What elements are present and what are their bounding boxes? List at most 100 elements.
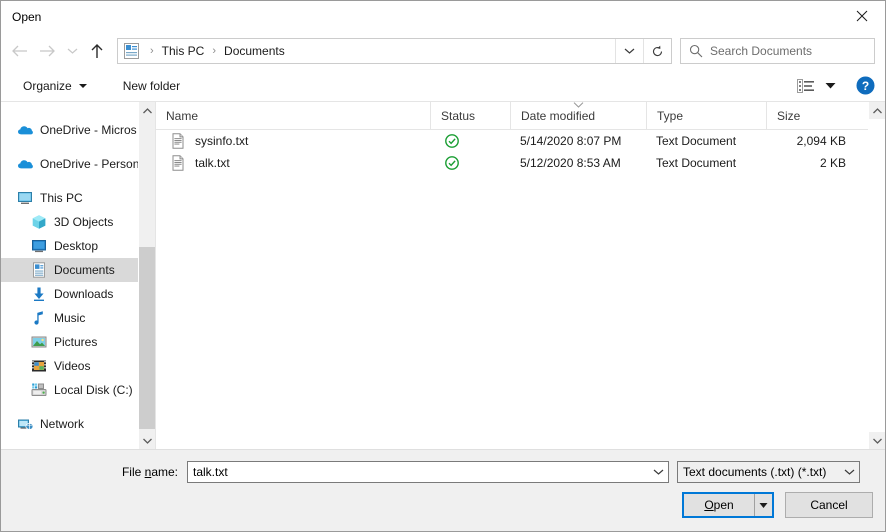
close-button[interactable] [839,1,885,31]
cloud-available-check-icon [444,133,460,149]
file-type-select[interactable]: Text documents (.txt) (*.txt) [677,461,860,483]
sidebar-item-local-disk-c[interactable]: Local Disk (C:) [1,378,138,402]
onedrive-cloud-icon [17,156,33,172]
navigation-bar: › This PC › Documents Search [1,32,885,70]
title-bar: Open [1,1,885,32]
close-icon [856,10,868,22]
help-icon: ? [856,76,875,95]
text-file-icon [170,155,186,171]
new-folder-button[interactable]: New folder [115,76,188,96]
desktop-icon [31,238,47,254]
column-header-name-label: Name [166,109,198,123]
help-button[interactable]: ? [856,76,875,95]
sidebar-scroll-down-button[interactable] [139,432,155,449]
file-list-scroll-down-button[interactable] [869,432,885,449]
sidebar-item-desktop[interactable]: Desktop [1,234,138,258]
chevron-down-icon [67,47,78,55]
file-type-dropdown-icon[interactable] [839,468,859,476]
file-list-pane: Name Status Date modified Type [156,102,868,449]
sidebar-scroll-thumb[interactable] [139,247,155,429]
file-size-cell: 2 KB [766,156,868,170]
column-header-type-label: Type [657,109,683,123]
open-label-post: pen [714,498,734,512]
column-header-date-modified[interactable]: Date modified [510,102,646,129]
address-dropdown-button[interactable] [615,39,643,63]
sidebar-item-videos[interactable]: Videos [1,354,138,378]
file-row[interactable]: talk.txt 5/12/2020 8:53 AMText Document2 … [156,152,868,174]
forward-arrow-icon [39,44,56,58]
sidebar-scroll-up-button[interactable] [139,102,155,119]
sidebar-item-label: OneDrive - Person [40,157,138,171]
file-type-cell: Text Document [646,156,766,170]
sidebar-item-label: Desktop [54,239,98,253]
downloads-icon [31,286,47,302]
filename-label-pre: File [122,465,145,479]
sidebar-item-3d-objects[interactable]: 3D Objects [1,210,138,234]
sidebar-item-music[interactable]: Music [1,306,138,330]
column-header-status[interactable]: Status [430,102,510,129]
column-header-date-label: Date modified [521,109,595,123]
sidebar-item-network[interactable]: Network [1,412,138,436]
file-name-cell[interactable]: sysinfo.txt [156,133,430,149]
file-list-scroll-up-button[interactable] [869,102,885,119]
up-arrow-icon [90,43,104,59]
recent-locations-button[interactable] [61,37,83,65]
file-date-cell: 5/14/2020 8:07 PM [510,134,646,148]
text-file-icon [170,133,186,149]
sidebar-item-label: Videos [54,359,90,373]
back-button[interactable] [5,37,33,65]
sidebar-item-label: Downloads [54,287,113,301]
chevron-down-icon [653,468,664,476]
videos-film-icon [31,358,47,374]
filename-label-post: ame: [151,465,178,479]
pictures-icon [31,334,47,350]
search-placeholder: Search Documents [710,44,812,58]
sidebar-scroll-track[interactable] [139,119,155,432]
file-list-scroll-track[interactable] [869,119,885,432]
file-list-scrollbar[interactable] [868,102,885,449]
file-name-cell[interactable]: talk.txt [156,155,430,171]
sidebar-item-pictures[interactable]: Pictures [1,330,138,354]
sidebar-item-downloads[interactable]: Downloads [1,282,138,306]
filename-input[interactable]: talk.txt [187,461,669,483]
open-button[interactable]: Open [682,492,774,518]
file-row[interactable]: sysinfo.txt5/14/2020 8:07 PMText Documen… [156,130,868,152]
sidebar-item-this-pc[interactable]: This PC [1,186,138,210]
organize-label: Organize [23,79,72,93]
file-status-cell [430,155,510,171]
sidebar-item-documents[interactable]: Documents [1,258,138,282]
onedrive-cloud-icon [17,122,33,138]
search-input[interactable]: Search Documents [680,38,875,64]
column-header-size[interactable]: Size [766,102,868,129]
desktop-icon [31,238,47,254]
filename-dropdown-button[interactable] [648,468,668,476]
address-bar[interactable]: › This PC › Documents [117,38,672,64]
file-date-cell: 5/12/2020 8:53 AM [510,156,646,170]
sidebar-scrollbar[interactable] [138,102,155,449]
forward-button[interactable] [33,37,61,65]
column-header-name[interactable]: Name [156,102,430,129]
view-dropdown-button[interactable] [821,79,840,93]
toolbar-right-group: ? [793,76,875,96]
column-header-size-label: Size [777,109,800,123]
refresh-button[interactable] [643,39,671,63]
sidebar-item-label: Documents [54,263,115,277]
cancel-button-label: Cancel [810,498,847,512]
column-header-type[interactable]: Type [646,102,766,129]
cancel-button[interactable]: Cancel [785,492,873,518]
sidebar-item-onedrive-person[interactable]: OneDrive - Person [1,152,138,176]
organize-button[interactable]: Organize [15,76,95,96]
breadcrumb-separator-1: › [206,45,222,57]
column-header-status-label: Status [441,109,475,123]
local-disk-icon [31,382,47,398]
sidebar-group-gap [1,108,138,118]
sidebar-item-onedrive-micros[interactable]: OneDrive - Micros [1,118,138,142]
breadcrumb-this-pc[interactable]: This PC [160,44,207,58]
sort-indicator [511,102,646,108]
change-view-button[interactable] [793,76,819,96]
scroll-down-icon [143,438,152,444]
breadcrumb-documents[interactable]: Documents [222,44,287,58]
up-one-level-button[interactable] [83,37,111,65]
file-status-cell [430,133,510,149]
open-split-dropdown-button[interactable] [754,494,772,516]
